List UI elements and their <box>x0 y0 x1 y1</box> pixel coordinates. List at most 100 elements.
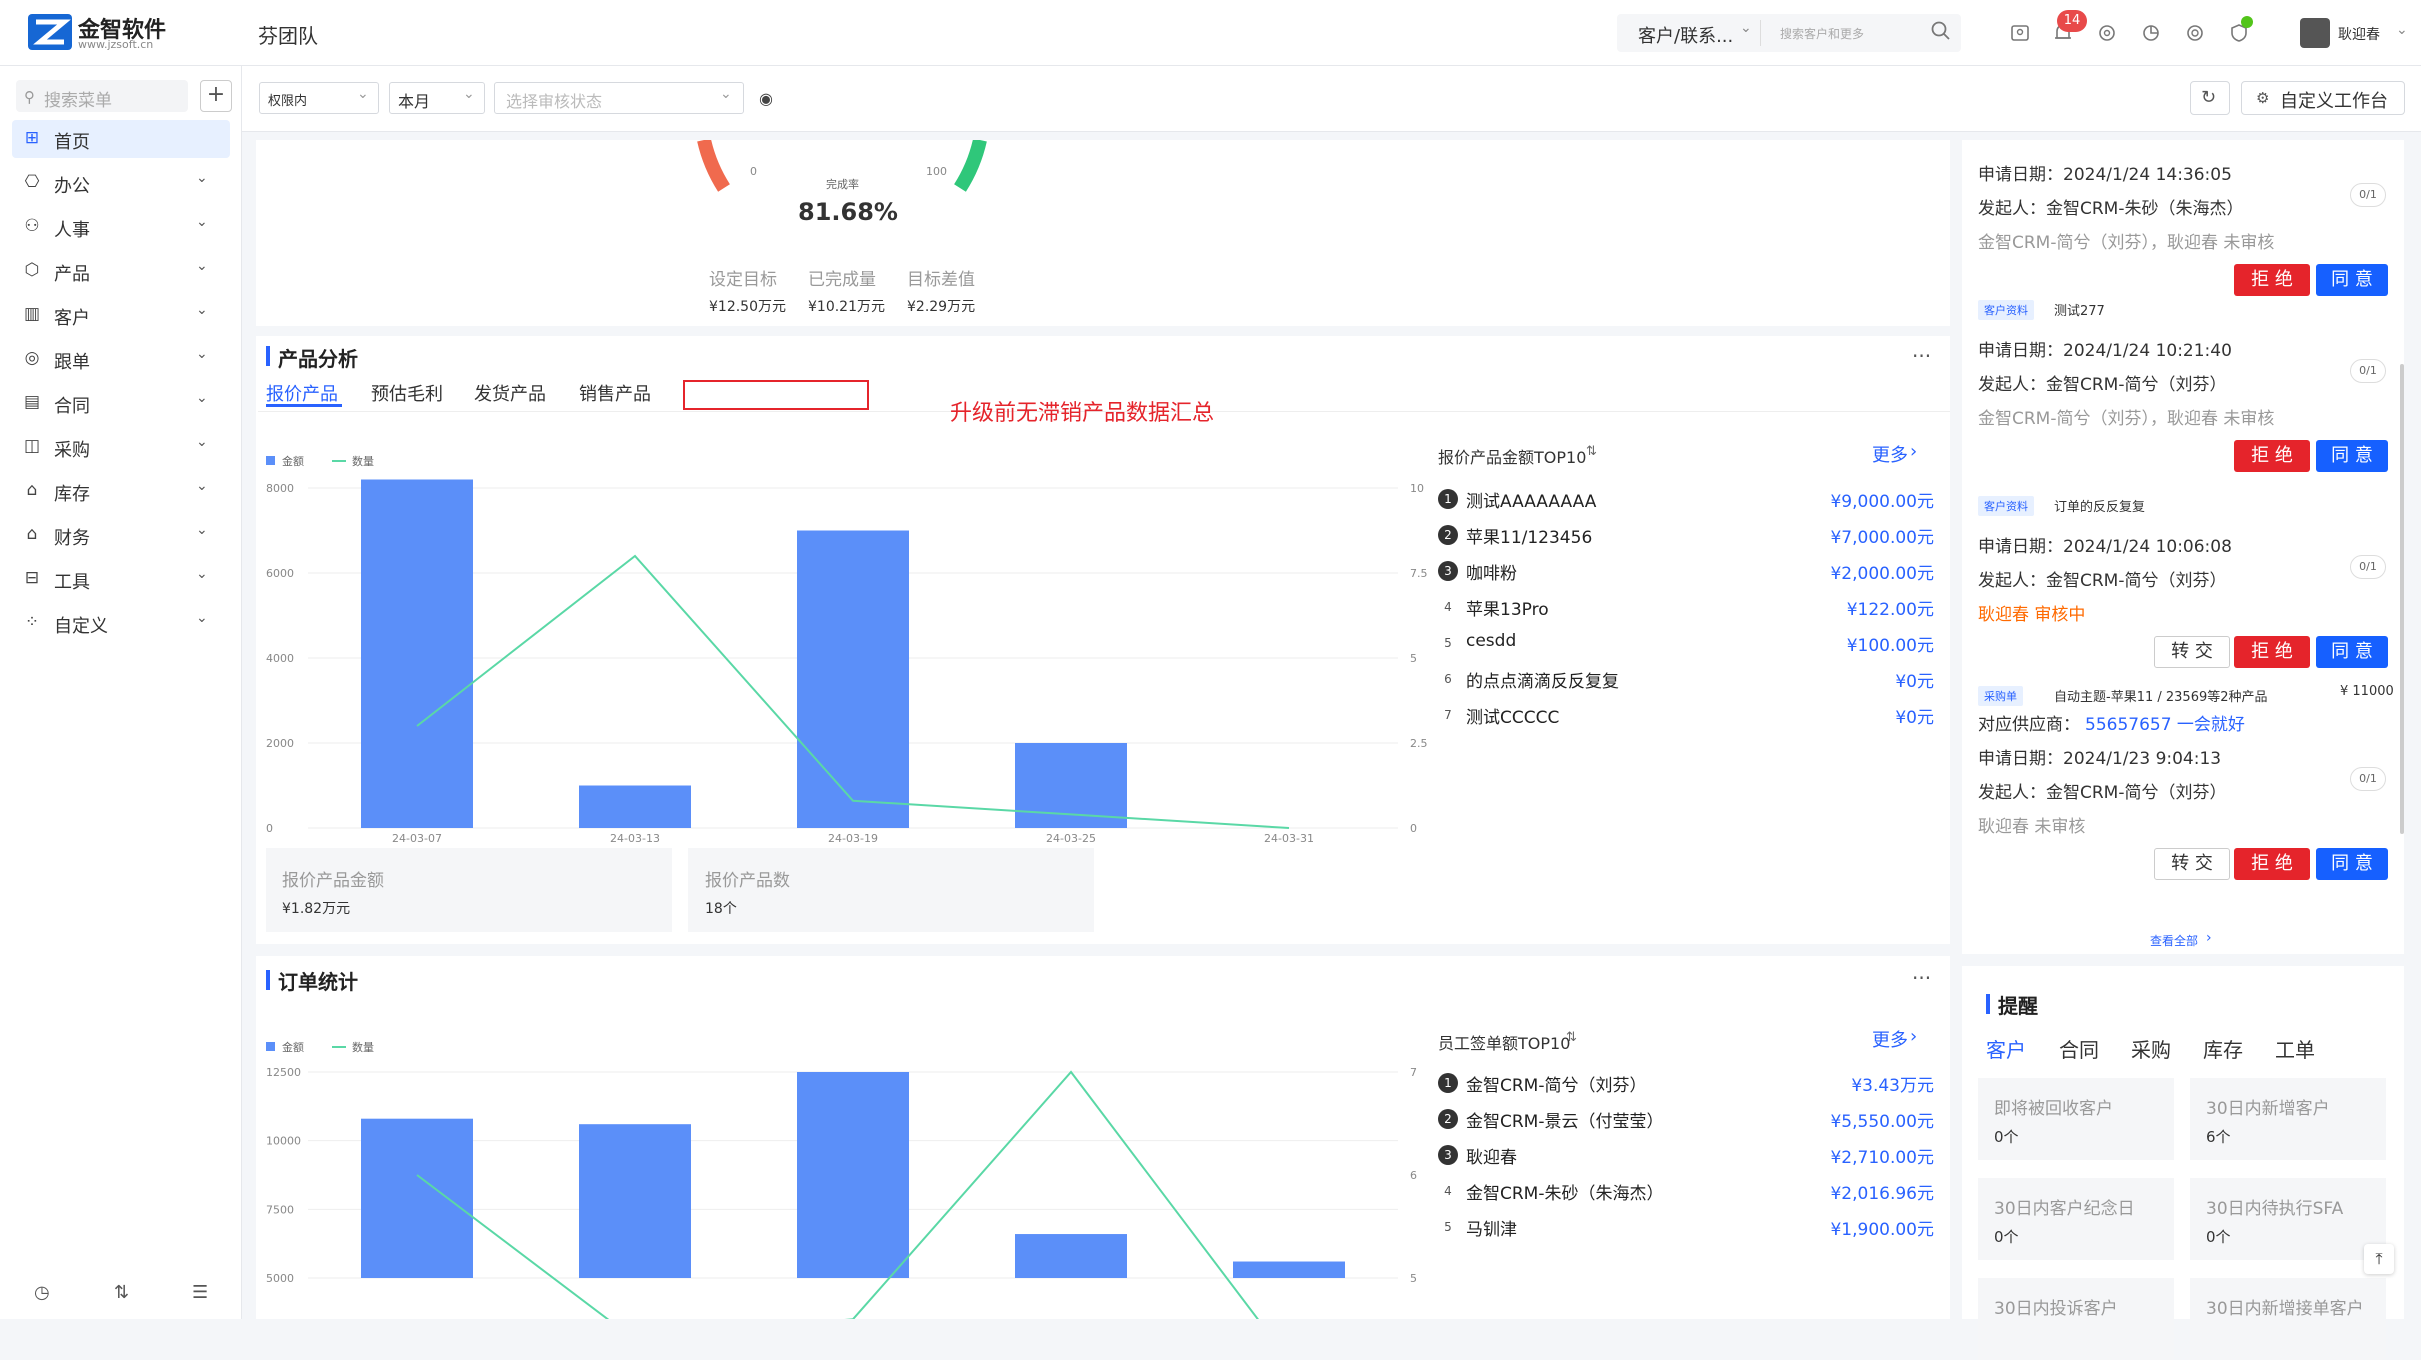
ranking-item-value: ¥1,900.00元 <box>1830 1220 1934 1240</box>
approval-title[interactable]: 订单的反反复复 <box>2054 496 2145 515</box>
gear-icon[interactable] <box>2094 20 2120 46</box>
reminder-tab-purchase[interactable]: 采购 <box>2131 1034 2171 1063</box>
sort-icon[interactable]: ⇅ <box>114 1282 129 1303</box>
back-to-top-icon[interactable]: ⤒ <box>2364 1244 2394 1274</box>
quoted-count-value: 18个 <box>705 901 737 917</box>
chevron-down-icon[interactable]: ⌄ <box>2396 22 2408 38</box>
supplier-link[interactable]: 55657657 一会就好 <box>2085 710 2245 735</box>
help-icon[interactable] <box>2182 20 2208 46</box>
rank-number: 4 <box>1444 1184 1452 1198</box>
tab-sales-products[interactable]: 销售产品 <box>579 380 651 406</box>
approval-date: 申请日期：2024/1/23 9:04:13 <box>1978 749 2222 769</box>
chevron-down-icon: ⌄ <box>357 86 369 102</box>
reject-button[interactable]: 拒 绝 <box>2234 848 2310 880</box>
y2-tick-label: 5 <box>1410 1272 1417 1285</box>
approval-title[interactable]: 自动主题-苹果11 / 23569等2种产品 <box>2054 686 2268 705</box>
transfer-button[interactable]: 转 交 <box>2154 848 2230 880</box>
view-all-link[interactable]: 查看全部 <box>2150 932 2198 949</box>
rank-number: 4 <box>1444 600 1452 614</box>
rank-number: 7 <box>1444 708 1452 722</box>
reminder-tile[interactable] <box>1978 1178 2174 1260</box>
chevron-down-icon[interactable]: ⌄ <box>196 346 208 362</box>
scrollbar[interactable] <box>2400 364 2404 834</box>
add-menu-button[interactable]: + <box>200 80 232 112</box>
search-type-select[interactable]: 客户/联系... <box>1638 22 1733 48</box>
sort-icon[interactable]: ⇅ <box>1586 444 1597 459</box>
tab-shipped-products[interactable]: 发货产品 <box>474 380 546 406</box>
approval-type-badge: 采购单 <box>1978 686 2023 706</box>
more-options-icon[interactable]: ··· <box>1912 344 1931 368</box>
more-link[interactable]: 更多 <box>1872 441 1908 467</box>
approve-button[interactable]: 同 意 <box>2316 848 2388 880</box>
chevron-down-icon[interactable]: ⌄ <box>196 478 208 494</box>
y-tick-label: 4000 <box>266 652 294 665</box>
pie-chart-icon[interactable] <box>2138 20 2164 46</box>
ranking-item-value: ¥9,000.00元 <box>1830 492 1934 512</box>
y-tick-label: 6000 <box>266 567 294 580</box>
chevron-down-icon[interactable]: ⌄ <box>196 610 208 626</box>
chevron-right-icon[interactable]: › <box>1910 1026 1917 1047</box>
collapse-menu-icon[interactable]: ☰ <box>192 1282 208 1303</box>
chevron-right-icon[interactable]: › <box>1910 441 1917 462</box>
target-icon[interactable]: ◉ <box>759 89 773 108</box>
approval-title[interactable]: 测试277 <box>2054 300 2105 319</box>
rank-number: 5 <box>1444 636 1452 650</box>
bar <box>1233 1261 1345 1278</box>
reminder-tab-inventory[interactable]: 库存 <box>2203 1034 2243 1063</box>
active-tab-indicator <box>266 404 342 407</box>
chevron-down-icon[interactable]: ⌄ <box>196 170 208 186</box>
reminder-tab-customer[interactable]: 客户 <box>1986 1034 2026 1063</box>
reminder-tile[interactable] <box>1978 1078 2174 1160</box>
reject-button[interactable]: 拒 绝 <box>2234 440 2310 472</box>
search-icon[interactable] <box>1930 20 1952 42</box>
bar <box>579 785 691 828</box>
chevron-down-icon[interactable]: ⌄ <box>196 566 208 582</box>
chevron-down-icon[interactable]: ⌄ <box>196 302 208 318</box>
chevron-right-icon[interactable]: › <box>2206 930 2212 946</box>
sidebar-item[interactable] <box>12 120 230 158</box>
chevron-down-icon[interactable]: ⌄ <box>196 390 208 406</box>
username[interactable]: 耿迎春 <box>2338 24 2380 44</box>
rank-number: 2 <box>1438 525 1458 545</box>
x-tick-label: 24-03-07 <box>392 832 442 845</box>
chevron-down-icon[interactable]: ⌄ <box>196 522 208 538</box>
reminder-tile-label: 30日内新增客户 <box>2206 1099 2330 1119</box>
contacts-icon[interactable] <box>2007 20 2033 46</box>
sort-icon[interactable]: ⇅ <box>1566 1030 1577 1045</box>
reminder-tile[interactable] <box>2190 1078 2386 1160</box>
chevron-down-icon[interactable]: ⌄ <box>196 258 208 274</box>
tab-estimated-margin[interactable]: 预估毛利 <box>371 380 443 406</box>
chart-icon: ▥ <box>23 304 41 324</box>
tab-quoted-products[interactable]: 报价产品 <box>266 380 338 406</box>
reject-button[interactable]: 拒 绝 <box>2234 636 2310 668</box>
approval-date: 申请日期：2024/1/24 10:06:08 <box>1978 537 2232 557</box>
more-options-icon[interactable]: ··· <box>1912 966 1931 990</box>
chevron-down-icon[interactable]: ⌄ <box>196 434 208 450</box>
reminder-tile[interactable] <box>2190 1278 2386 1360</box>
reminder-tab-workorder[interactable]: 工单 <box>2275 1034 2315 1063</box>
gauge-min-label: 0 <box>750 165 757 178</box>
chevron-down-icon[interactable]: ⌄ <box>196 214 208 230</box>
chevron-down-icon[interactable]: ⌄ <box>1740 20 1752 36</box>
transfer-button[interactable]: 转 交 <box>2154 636 2230 668</box>
history-icon[interactable]: ◷ <box>34 1282 50 1303</box>
approve-button[interactable]: 同 意 <box>2316 440 2388 472</box>
annotation-text: 升级前无滞销产品数据汇总 <box>950 401 1215 426</box>
scope-select-value: 权限内 <box>268 94 308 109</box>
reminder-tile[interactable] <box>1978 1278 2174 1360</box>
more-link[interactable]: 更多 <box>1872 1026 1908 1052</box>
approve-button[interactable]: 同 意 <box>2316 636 2388 668</box>
avatar[interactable] <box>2300 18 2330 48</box>
reminders-title: 提醒 <box>1998 994 2038 1018</box>
ranking-item-value: ¥100.00元 <box>1846 636 1934 656</box>
product-analysis-title: 产品分析 <box>278 347 358 371</box>
search-icon: ⚲ <box>24 88 35 106</box>
approve-button[interactable]: 同 意 <box>2316 264 2388 296</box>
reminder-tab-contract[interactable]: 合同 <box>2059 1034 2099 1063</box>
reject-button[interactable]: 拒 绝 <box>2234 264 2310 296</box>
quoted-amount-value: ¥1.82万元 <box>282 901 351 917</box>
search-input[interactable]: 搜索客户和更多 <box>1780 25 1864 42</box>
bar <box>797 1072 909 1278</box>
team-name[interactable]: 芬团队 <box>258 20 318 49</box>
reminder-tile[interactable] <box>2190 1178 2386 1260</box>
